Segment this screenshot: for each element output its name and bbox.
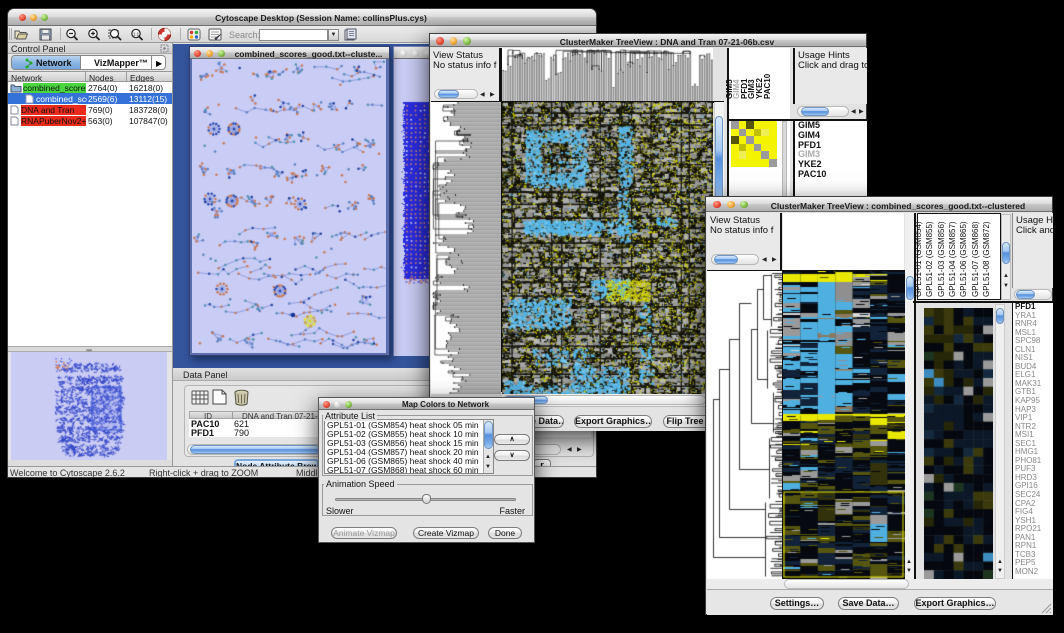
svg-text:1:1: 1:1 xyxy=(133,32,140,37)
